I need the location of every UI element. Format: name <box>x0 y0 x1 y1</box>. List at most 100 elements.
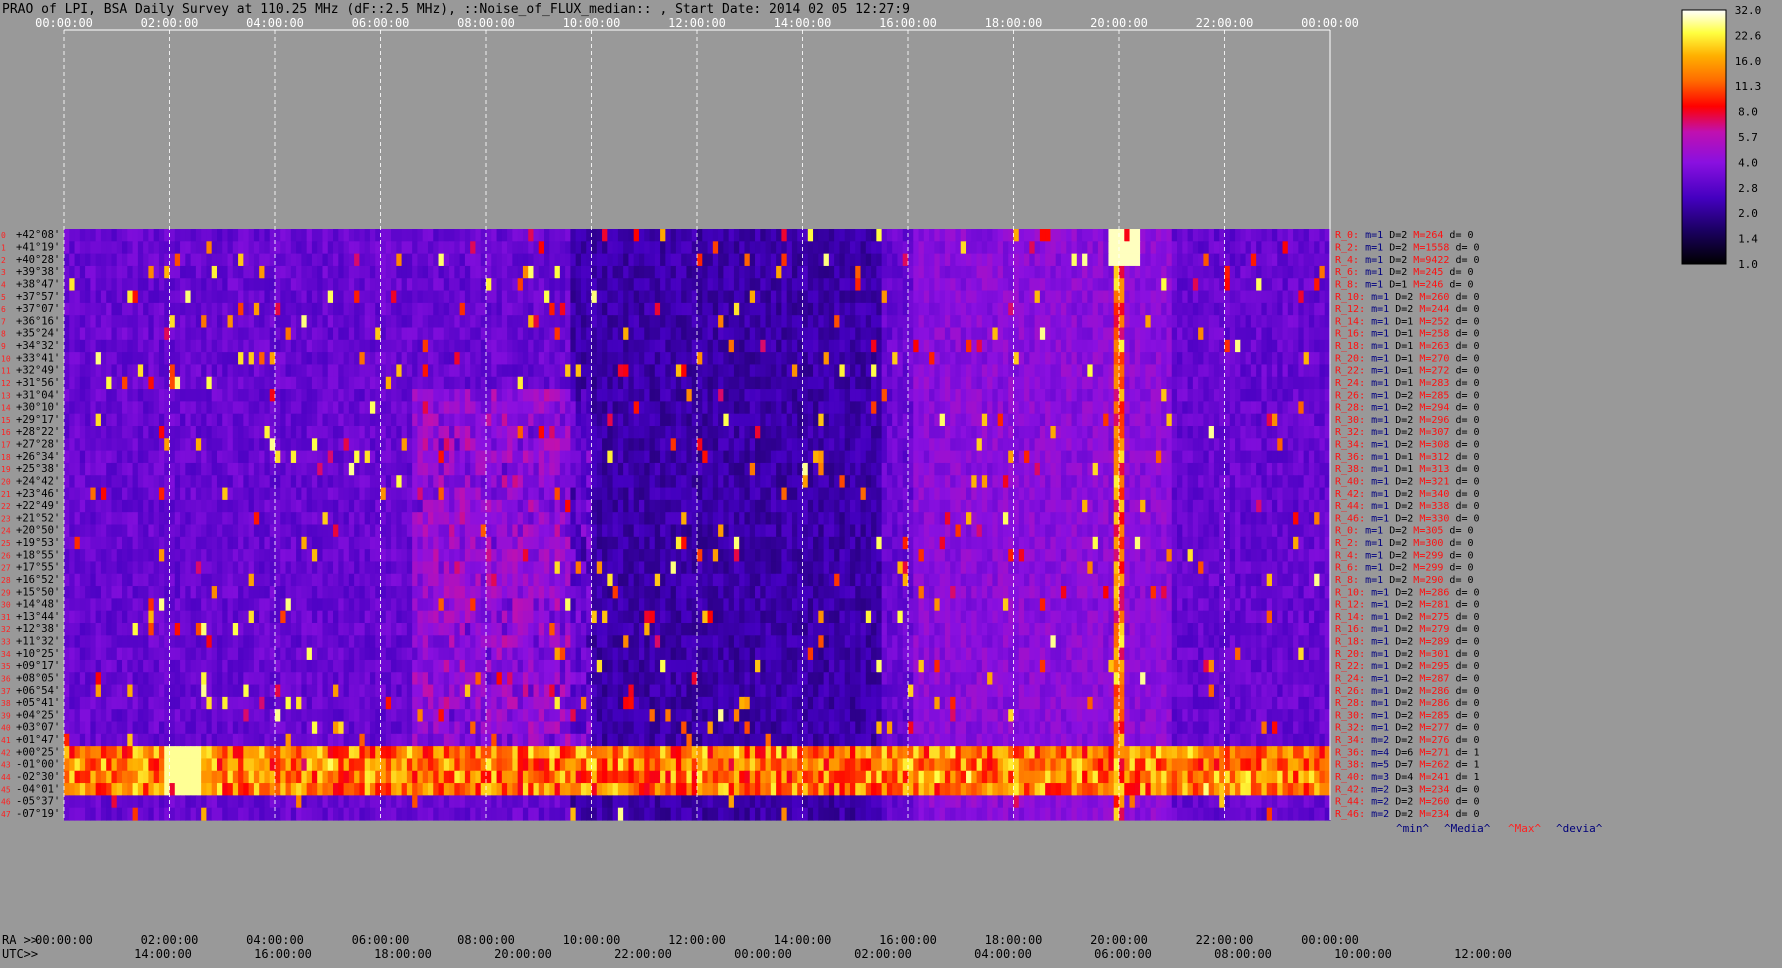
heatmap-cell <box>1097 413 1104 427</box>
heatmap-cell <box>1076 352 1083 366</box>
heatmap-cell <box>449 462 455 476</box>
heatmap-cell <box>1293 278 1299 292</box>
heatmap-cell <box>206 315 213 329</box>
heatmap-cell <box>195 290 202 304</box>
heatmap-cell <box>1097 339 1104 353</box>
heatmap-cell <box>1076 339 1083 353</box>
heatmap-cell <box>1203 265 1210 279</box>
heatmap-cell <box>939 462 946 476</box>
heatmap-cell <box>116 462 123 476</box>
heatmap-cell <box>111 438 118 452</box>
heatmap-cell <box>433 426 440 439</box>
heatmap-cell <box>354 376 361 390</box>
heatmap-cell <box>522 290 529 304</box>
heatmap-cell <box>828 401 835 415</box>
heatmap-cell <box>243 315 250 329</box>
heatmap-cell <box>623 450 630 464</box>
heatmap-cell <box>1203 253 1210 267</box>
heatmap-cell <box>401 352 408 366</box>
heatmap-cell <box>834 389 841 402</box>
heatmap-cell <box>997 389 1004 402</box>
heatmap-cell <box>654 241 661 255</box>
heatmap-cell <box>137 253 144 267</box>
heatmap-cell <box>570 290 577 304</box>
heatmap-cell <box>306 462 313 476</box>
heatmap-cell <box>1287 401 1294 415</box>
heatmap-cell <box>486 352 492 366</box>
heatmap-cell <box>522 315 529 329</box>
heatmap-cell <box>438 438 445 452</box>
heatmap-cell <box>122 290 128 304</box>
heatmap-cell <box>1050 302 1057 316</box>
heatmap-cell <box>391 265 397 279</box>
heatmap-cell <box>296 389 302 402</box>
heatmap-cell <box>897 426 904 439</box>
heatmap-cell <box>90 413 97 427</box>
heatmap-cell <box>464 389 471 402</box>
heatmap-cell <box>264 302 271 316</box>
heatmap-cell <box>354 339 361 353</box>
heatmap-cell <box>876 364 883 378</box>
heatmap-cell <box>1240 265 1247 279</box>
heatmap-cell <box>554 290 561 304</box>
heatmap-cell <box>1087 376 1094 390</box>
heatmap-cell <box>169 302 176 316</box>
heatmap-cell <box>106 253 113 267</box>
heatmap-cell <box>253 376 260 390</box>
heatmap-cell <box>491 352 498 366</box>
heatmap-cell <box>127 438 134 452</box>
heatmap-cell <box>95 364 102 378</box>
heatmap-cell <box>507 327 513 341</box>
heatmap-cell <box>1298 339 1305 353</box>
heatmap-cell <box>981 426 988 439</box>
heatmap-cell <box>122 278 128 292</box>
heatmap-cell <box>1002 462 1009 476</box>
heatmap-cell <box>1119 302 1125 316</box>
heatmap-cell <box>264 229 271 242</box>
heatmap-cell <box>1161 302 1168 316</box>
heatmap-cell <box>333 438 339 452</box>
heatmap-cell <box>1177 278 1183 292</box>
heatmap-cell <box>1134 339 1141 353</box>
heatmap-cell <box>554 327 561 341</box>
heatmap-cell <box>1150 327 1157 341</box>
heatmap-cell <box>195 352 202 366</box>
heatmap-cell <box>1319 364 1326 378</box>
heatmap-cell <box>459 401 466 415</box>
heatmap-cell <box>427 241 434 255</box>
heatmap-cell <box>517 364 524 378</box>
heatmap-cell <box>486 462 492 476</box>
heatmap-cell <box>253 475 260 489</box>
heatmap-cell <box>981 413 988 427</box>
heatmap-cell <box>929 229 935 242</box>
heatmap-cell <box>438 364 445 378</box>
heatmap-cell <box>575 462 582 476</box>
heatmap-cell <box>923 339 930 353</box>
heatmap-cell <box>1245 364 1252 378</box>
heatmap-cell <box>939 302 946 316</box>
heatmap-cell <box>253 389 260 402</box>
heatmap-cell <box>897 413 904 427</box>
heatmap-cell <box>1097 302 1104 316</box>
heatmap-cell <box>675 352 682 366</box>
heatmap-cell <box>496 315 503 329</box>
heatmap-cell <box>670 413 677 427</box>
heatmap-cell <box>391 450 397 464</box>
heatmap-cell <box>396 229 403 242</box>
heatmap-cell <box>1013 339 1020 353</box>
heatmap-cell <box>232 253 239 267</box>
heatmap-cell <box>638 462 645 476</box>
heatmap-cell <box>137 376 144 390</box>
heatmap-cell <box>137 364 144 378</box>
heatmap-cell <box>1303 376 1310 390</box>
heatmap-cell <box>1240 426 1247 439</box>
heatmap-cell <box>232 339 239 353</box>
heatmap-cell <box>1240 339 1247 353</box>
heatmap-cell <box>1039 327 1046 341</box>
heatmap-cell <box>359 475 366 489</box>
heatmap-cell <box>486 426 492 439</box>
heatmap-cell <box>1314 413 1321 427</box>
heatmap-cell <box>206 265 213 279</box>
heatmap-cell <box>222 450 229 464</box>
heatmap-cell <box>860 438 867 452</box>
